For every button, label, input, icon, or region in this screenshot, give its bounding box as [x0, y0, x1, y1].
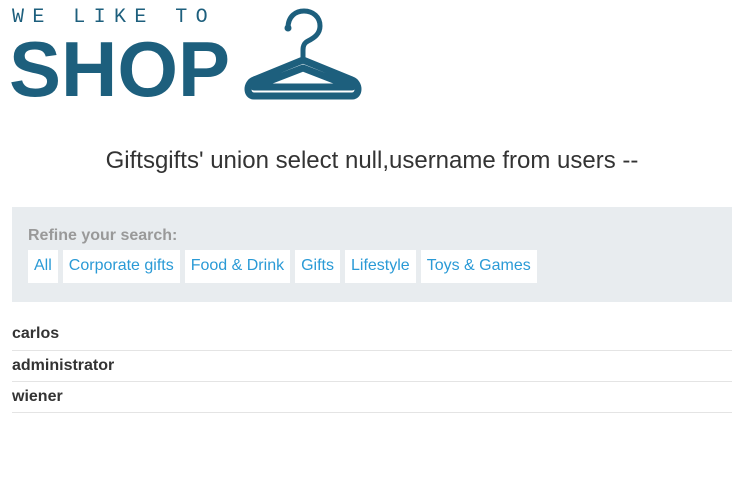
filter-panel: Refine your search: All Corporate gifts … [12, 207, 732, 302]
result-item: carlos [12, 320, 732, 351]
filter-link-toys-games[interactable]: Toys & Games [420, 250, 537, 283]
hanger-icon [244, 8, 362, 100]
category-filter-list: All Corporate gifts Food & Drink Gifts L… [28, 250, 537, 283]
results-list: carlos administrator wiener [12, 320, 732, 413]
filter-link-lifestyle[interactable]: Lifestyle [344, 250, 416, 283]
result-item: administrator [12, 351, 732, 382]
filter-link-corporate-gifts[interactable]: Corporate gifts [62, 250, 180, 283]
filter-link-food-drink[interactable]: Food & Drink [184, 250, 291, 283]
filter-link-gifts[interactable]: Gifts [295, 250, 340, 283]
result-item: wiener [12, 382, 732, 413]
shop-logo[interactable]: WE LIKE TO SHOP [9, 6, 364, 108]
logo-wordmark: SHOP [9, 25, 231, 113]
filter-heading: Refine your search: [28, 227, 178, 244]
filter-link-all[interactable]: All [28, 250, 58, 283]
page-title: Giftsgifts' union select null,username f… [105, 147, 639, 174]
